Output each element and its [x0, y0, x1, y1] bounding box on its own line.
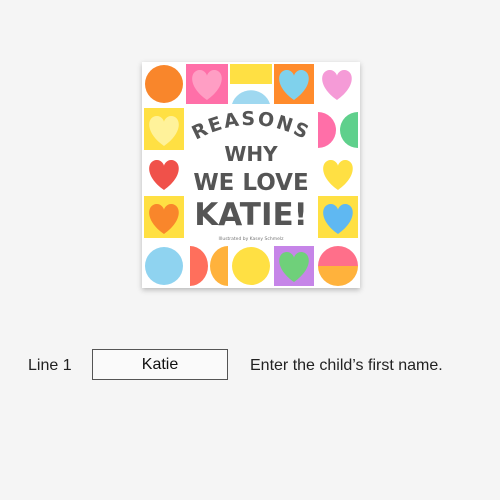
book-title-line-3: WE LOVE [193, 170, 308, 196]
name-hint: Enter the child’s first name. [250, 357, 443, 374]
child-name-input[interactable] [92, 349, 228, 380]
book-title-line-2: WHY [224, 142, 278, 166]
line-1-label: Line 1 [28, 357, 72, 374]
bottom-tile-row [144, 246, 358, 286]
book-byline: Illustrated by Kasey Schmelz [219, 236, 285, 242]
book-cover-preview: REASONS WHY WE LOVE KATIE! Illustrated b… [142, 62, 360, 288]
top-tile-row [144, 64, 358, 104]
book-title-line-1: REASONS [188, 108, 313, 145]
personalization-row: Line 1 Enter the child’s first name. [0, 349, 500, 383]
book-title-line-4: KATIE! [194, 197, 308, 233]
left-tile-column [144, 108, 184, 238]
right-tile-column [318, 108, 358, 238]
